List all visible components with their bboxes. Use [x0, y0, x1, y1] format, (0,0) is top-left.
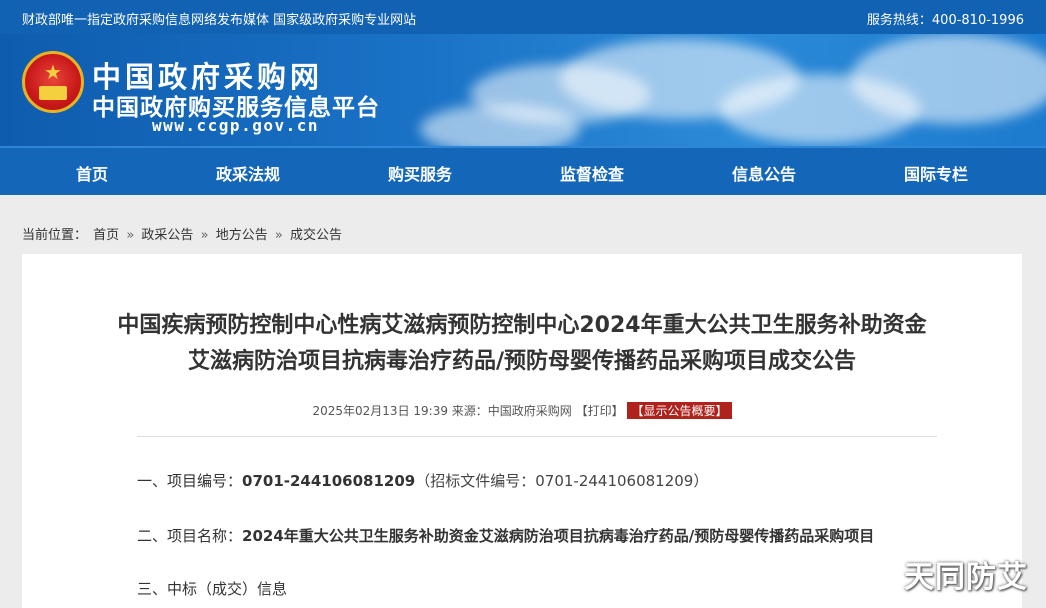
winning-info-heading: 三、中标（成交）信息 [137, 578, 287, 599]
project-name-value: 2024年重大公共卫生服务补助资金艾滋病防治项目抗病毒治疗药品/预防母婴传播药品… [242, 527, 875, 545]
site-slogan: 财政部唯一指定政府采购信息网络发布媒体 国家级政府采购专业网站 [22, 13, 417, 28]
breadcrumb: 当前位置： 首页 » 政采公告 » 地方公告 » 成交公告 [22, 224, 342, 243]
winning-info-label: 三、中标（成交）信息 [137, 580, 288, 598]
star-icon: ★ [44, 60, 62, 84]
nav-item-international[interactable]: 国际专栏 [876, 161, 996, 185]
watermark: 天同防艾 [904, 560, 1028, 595]
article-title-line2: 艾滋病防治项目抗病毒治疗药品/预防母婴传播药品采购项目成交公告 [187, 349, 857, 374]
national-emblem-logo[interactable]: ★ [22, 51, 84, 113]
article-title: 中国疾病预防控制中心性病艾滋病预防控制中心2024年重大公共卫生服务补助资金 艾… [22, 308, 1022, 380]
project-number-label: 一、项目编号： [137, 472, 243, 490]
show-summary-button[interactable]: 【显示公告概要】 [627, 402, 732, 419]
nav-item-announcements[interactable]: 信息公告 [704, 161, 824, 185]
breadcrumb-announcements[interactable]: 政采公告 [141, 228, 193, 243]
site-url[interactable]: www.ccgp.gov.cn [152, 116, 319, 135]
article-meta: 2025年02月13日 19:39 来源：中国政府采购网 【打印】 【显示公告概… [22, 402, 1022, 419]
header-banner: ★ 中国政府采购网 中国政府购买服务信息平台 www.ccgp.gov.cn [0, 34, 1046, 146]
breadcrumb-label: 当前位置： [22, 228, 88, 243]
article-panel: 中国疾病预防控制中心性病艾滋病预防控制中心2024年重大公共卫生服务补助资金 艾… [22, 254, 1022, 608]
tender-doc-number: （招标文件编号：0701-244106081209） [415, 472, 709, 490]
breadcrumb-local[interactable]: 地方公告 [216, 228, 268, 243]
nav-item-supervision[interactable]: 监督检查 [532, 161, 652, 185]
nav-item-regulations[interactable]: 政采法规 [188, 161, 308, 185]
article-title-line1: 中国疾病预防控制中心性病艾滋病预防控制中心2024年重大公共卫生服务补助资金 [117, 313, 927, 338]
top-info-bar: 财政部唯一指定政府采购信息网络发布媒体 国家级政府采购专业网站 服务热线：400… [0, 0, 1046, 34]
breadcrumb-home[interactable]: 首页 [93, 228, 119, 243]
project-number-value: 0701-244106081209 [242, 472, 416, 490]
nav-item-purchase-services[interactable]: 购买服务 [360, 161, 480, 185]
project-number-row: 一、项目编号：0701-244106081209（招标文件编号：0701-244… [137, 470, 708, 491]
breadcrumb-separator: » [274, 228, 283, 243]
print-link[interactable]: 【打印】 [576, 404, 624, 418]
publish-date: 2025年02月13日 19:39 [312, 404, 448, 418]
breadcrumb-deal[interactable]: 成交公告 [290, 228, 342, 243]
project-name-row: 二、项目名称：2024年重大公共卫生服务补助资金艾滋病防治项目抗病毒治疗药品/预… [137, 525, 874, 546]
article-source: 来源：中国政府采购网 [451, 404, 572, 418]
divider [137, 436, 937, 437]
service-hotline: 服务热线：400-810-1996 [866, 13, 1024, 28]
main-nav: 首页 政采法规 购买服务 监督检查 信息公告 国际专栏 [0, 146, 1046, 195]
breadcrumb-separator: » [126, 228, 135, 243]
nav-item-home[interactable]: 首页 [32, 161, 152, 185]
project-name-label: 二、项目名称： [137, 527, 243, 545]
gate-icon [39, 86, 67, 100]
breadcrumb-separator: » [200, 228, 209, 243]
